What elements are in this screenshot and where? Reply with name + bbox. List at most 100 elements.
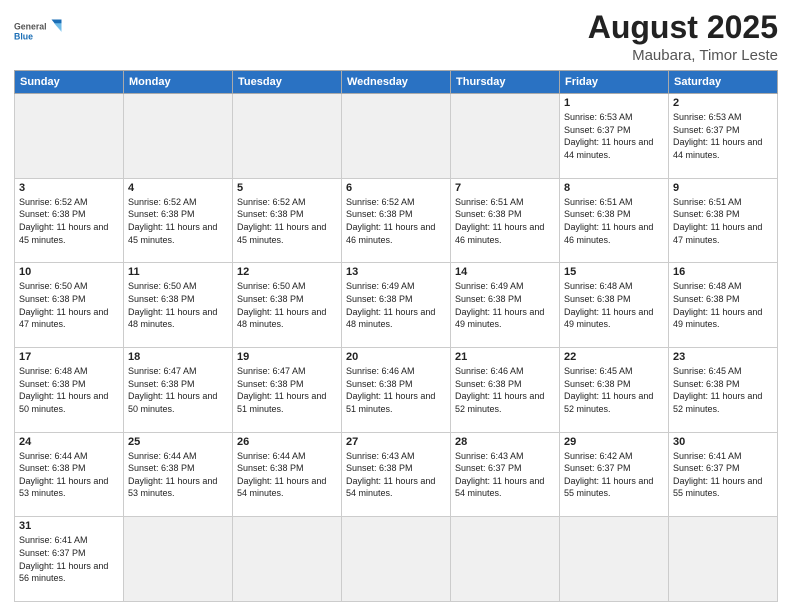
table-row: 17Sunrise: 6:48 AM Sunset: 6:38 PM Dayli… — [15, 348, 124, 433]
table-row: 25 Sunrise: 6:44 AM Sunset: 6:38 PM Dayli… — [124, 432, 233, 517]
day-number: 27 — [346, 436, 446, 448]
day-number: 26 — [237, 436, 337, 448]
table-row: 13 Sunrise: 6:49 AM Sunset: 6:38 PM Dayli… — [342, 263, 451, 348]
table-row: 24Sunrise: 6:44 AM Sunset: 6:38 PM Dayli… — [15, 432, 124, 517]
calendar-week-row: 1 Sunrise: 6:53 AM Sunset: 6:37 PM Daylig… — [15, 94, 778, 179]
table-row — [233, 517, 342, 602]
title-block: August 2025 Maubara, Timor Leste — [588, 10, 778, 64]
table-row: 6 Sunrise: 6:52 AM Sunset: 6:38 PM Daylig… — [342, 178, 451, 263]
day-number: 14 — [455, 266, 555, 278]
day-info: Sunrise: 6:53 AM Sunset: 6:37 PM Dayligh… — [673, 111, 773, 161]
day-number: 23 — [673, 351, 773, 363]
day-number: 18 — [128, 351, 228, 363]
month-year: August 2025 — [588, 10, 778, 45]
day-number: 2 — [673, 97, 773, 109]
day-info: Sunrise: 6:52 AM Sunset: 6:38 PM Dayligh… — [128, 196, 228, 246]
calendar-week-row: 17Sunrise: 6:48 AM Sunset: 6:38 PM Dayli… — [15, 348, 778, 433]
day-info: Sunrise: 6:44 AM Sunset: 6:38 PM Dayligh… — [128, 450, 228, 500]
calendar-week-row: 31 Sunrise: 6:41 AM Sunset: 6:37 PM Dayli… — [15, 517, 778, 602]
day-number: 30 — [673, 436, 773, 448]
logo: General Blue — [14, 10, 64, 54]
day-number: 12 — [237, 266, 337, 278]
table-row: 26 Sunrise: 6:44 AM Sunset: 6:38 PM Dayli… — [233, 432, 342, 517]
table-row: 21Sunrise: 6:46 AM Sunset: 6:38 PM Dayli… — [451, 348, 560, 433]
table-row: 5Sunrise: 6:52 AM Sunset: 6:38 PM Daylig… — [233, 178, 342, 263]
day-number: 5 — [237, 182, 337, 194]
day-info: Sunrise: 6:50 AM Sunset: 6:38 PM Dayligh… — [128, 280, 228, 330]
col-thursday: Thursday — [451, 71, 560, 94]
table-row: 23Sunrise: 6:45 AM Sunset: 6:38 PM Dayli… — [669, 348, 778, 433]
table-row: 15 Sunrise: 6:48 AM Sunset: 6:38 PM Dayli… — [560, 263, 669, 348]
table-row — [342, 94, 451, 179]
table-row: 7Sunrise: 6:51 AM Sunset: 6:38 PM Daylig… — [451, 178, 560, 263]
day-number: 9 — [673, 182, 773, 194]
day-info: Sunrise: 6:51 AM Sunset: 6:38 PM Dayligh… — [564, 196, 664, 246]
col-saturday: Saturday — [669, 71, 778, 94]
day-info: Sunrise: 6:53 AM Sunset: 6:37 PM Dayligh… — [564, 111, 664, 161]
day-number: 25 — [128, 436, 228, 448]
day-info: Sunrise: 6:52 AM Sunset: 6:38 PM Dayligh… — [19, 196, 119, 246]
day-number: 6 — [346, 182, 446, 194]
calendar-week-row: 10Sunrise: 6:50 AM Sunset: 6:38 PM Dayli… — [15, 263, 778, 348]
table-row: 4 Sunrise: 6:52 AM Sunset: 6:38 PM Daylig… — [124, 178, 233, 263]
day-info: Sunrise: 6:50 AM Sunset: 6:38 PM Dayligh… — [237, 280, 337, 330]
day-number: 24 — [19, 436, 119, 448]
day-info: Sunrise: 6:48 AM Sunset: 6:38 PM Dayligh… — [673, 280, 773, 330]
table-row — [451, 94, 560, 179]
day-number: 3 — [19, 182, 119, 194]
table-row — [451, 517, 560, 602]
table-row — [15, 94, 124, 179]
day-info: Sunrise: 6:50 AM Sunset: 6:38 PM Dayligh… — [19, 280, 119, 330]
day-info: Sunrise: 6:46 AM Sunset: 6:38 PM Dayligh… — [346, 365, 446, 415]
svg-text:Blue: Blue — [14, 32, 33, 42]
day-number: 4 — [128, 182, 228, 194]
day-number: 13 — [346, 266, 446, 278]
table-row: 2 Sunrise: 6:53 AM Sunset: 6:37 PM Daylig… — [669, 94, 778, 179]
day-number: 19 — [237, 351, 337, 363]
table-row: 22Sunrise: 6:45 AM Sunset: 6:38 PM Dayli… — [560, 348, 669, 433]
day-info: Sunrise: 6:49 AM Sunset: 6:38 PM Dayligh… — [455, 280, 555, 330]
day-number: 21 — [455, 351, 555, 363]
table-row: 18 Sunrise: 6:47 AM Sunset: 6:38 PM Dayli… — [124, 348, 233, 433]
table-row — [669, 517, 778, 602]
col-friday: Friday — [560, 71, 669, 94]
svg-text:General: General — [14, 22, 47, 32]
day-number: 17 — [19, 351, 119, 363]
day-info: Sunrise: 6:41 AM Sunset: 6:37 PM Dayligh… — [673, 450, 773, 500]
calendar-body: 1 Sunrise: 6:53 AM Sunset: 6:37 PM Daylig… — [15, 94, 778, 602]
table-row: 16 Sunrise: 6:48 AM Sunset: 6:38 PM Dayli… — [669, 263, 778, 348]
day-number: 11 — [128, 266, 228, 278]
calendar-header-row: Sunday Monday Tuesday Wednesday Thursday… — [15, 71, 778, 94]
day-info: Sunrise: 6:48 AM Sunset: 6:38 PM Dayligh… — [564, 280, 664, 330]
table-row: 3 Sunrise: 6:52 AM Sunset: 6:38 PM Daylig… — [15, 178, 124, 263]
generalblue-logo-icon: General Blue — [14, 10, 64, 54]
table-row: 28Sunrise: 6:43 AM Sunset: 6:37 PM Dayli… — [451, 432, 560, 517]
table-row: 30 Sunrise: 6:41 AM Sunset: 6:37 PM Dayli… — [669, 432, 778, 517]
day-number: 16 — [673, 266, 773, 278]
table-row — [124, 94, 233, 179]
day-number: 8 — [564, 182, 664, 194]
day-number: 31 — [19, 520, 119, 532]
day-info: Sunrise: 6:43 AM Sunset: 6:37 PM Dayligh… — [455, 450, 555, 500]
day-info: Sunrise: 6:52 AM Sunset: 6:38 PM Dayligh… — [346, 196, 446, 246]
col-wednesday: Wednesday — [342, 71, 451, 94]
table-row: 9 Sunrise: 6:51 AM Sunset: 6:38 PM Daylig… — [669, 178, 778, 263]
calendar-table: Sunday Monday Tuesday Wednesday Thursday… — [14, 70, 778, 602]
header: General Blue August 2025 Maubara, Timor … — [14, 10, 778, 64]
day-number: 7 — [455, 182, 555, 194]
day-info: Sunrise: 6:49 AM Sunset: 6:38 PM Dayligh… — [346, 280, 446, 330]
table-row: 29Sunrise: 6:42 AM Sunset: 6:37 PM Dayli… — [560, 432, 669, 517]
table-row: 27Sunrise: 6:43 AM Sunset: 6:38 PM Dayli… — [342, 432, 451, 517]
table-row: 1 Sunrise: 6:53 AM Sunset: 6:37 PM Daylig… — [560, 94, 669, 179]
day-info: Sunrise: 6:47 AM Sunset: 6:38 PM Dayligh… — [237, 365, 337, 415]
col-monday: Monday — [124, 71, 233, 94]
day-info: Sunrise: 6:44 AM Sunset: 6:38 PM Dayligh… — [237, 450, 337, 500]
day-info: Sunrise: 6:41 AM Sunset: 6:37 PM Dayligh… — [19, 534, 119, 584]
day-info: Sunrise: 6:45 AM Sunset: 6:38 PM Dayligh… — [564, 365, 664, 415]
day-number: 20 — [346, 351, 446, 363]
table-row — [233, 94, 342, 179]
day-info: Sunrise: 6:51 AM Sunset: 6:38 PM Dayligh… — [673, 196, 773, 246]
day-info: Sunrise: 6:47 AM Sunset: 6:38 PM Dayligh… — [128, 365, 228, 415]
day-number: 1 — [564, 97, 664, 109]
day-number: 15 — [564, 266, 664, 278]
